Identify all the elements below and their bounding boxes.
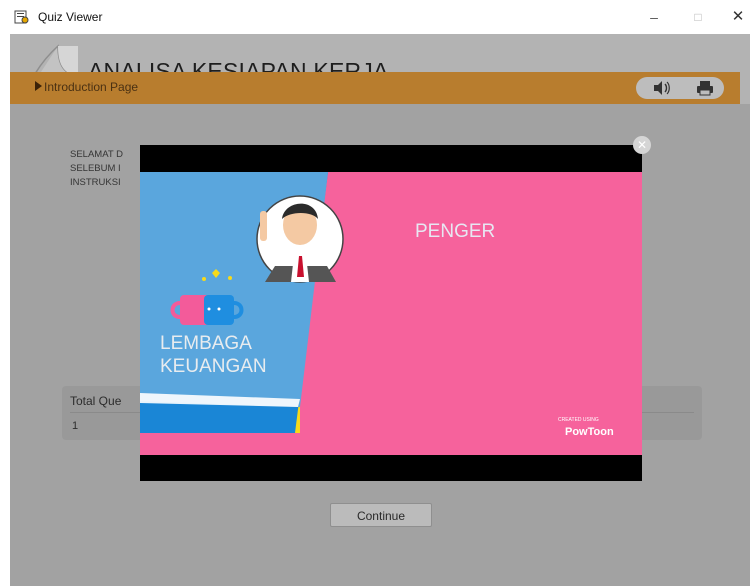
created-using-label: CREATED USING xyxy=(558,417,599,423)
continue-button[interactable]: Continue xyxy=(330,503,432,527)
minimize-button[interactable]: – xyxy=(640,6,668,28)
total-questions-value: 1 xyxy=(72,420,79,432)
intro-text: SELAMAT D SELEBUM I INSTRUKSI xyxy=(70,148,123,190)
logo-line: LEMBAGA xyxy=(160,333,252,354)
intro-line: SELEBUM I xyxy=(70,163,121,174)
window-left-edge xyxy=(0,34,10,586)
video-logo-text: LEMBAGA KEUANGAN xyxy=(160,332,267,378)
printer-icon[interactable] xyxy=(694,79,716,97)
video-popup[interactable]: PENGER LEMBAGA KEUANGAN CREATED USING Po… xyxy=(140,145,642,481)
arrow-icon xyxy=(35,81,42,91)
logo-line: KEUANGAN xyxy=(160,356,267,377)
intro-line: INSTRUKSI xyxy=(70,177,121,188)
close-window-button[interactable]: ✕ xyxy=(724,6,750,28)
powtoon-logo: PowToon xyxy=(565,426,614,438)
speaker-icon[interactable] xyxy=(650,79,672,97)
close-icon[interactable]: ✕ xyxy=(633,136,651,154)
maximize-button[interactable]: □ xyxy=(684,6,712,28)
window-title: Quiz Viewer xyxy=(38,10,103,24)
total-questions-label: Total Que xyxy=(70,394,122,408)
video-heading: PENGER xyxy=(415,221,496,242)
page-label: Introduction Page xyxy=(44,80,139,94)
intro-line: SELAMAT D xyxy=(70,149,123,160)
quiz-viewer-app-icon xyxy=(14,10,29,24)
window-titlebar: Quiz Viewer – □ ✕ xyxy=(0,0,750,34)
